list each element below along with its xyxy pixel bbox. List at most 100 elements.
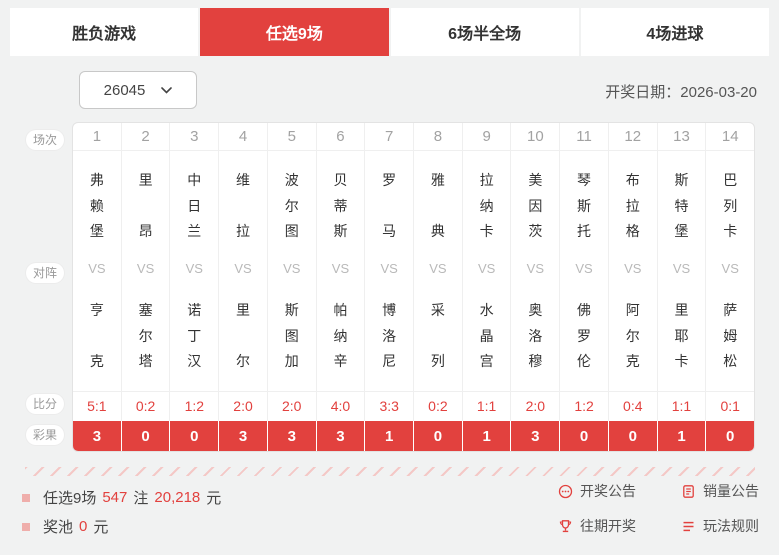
team-name-char: 赖 <box>89 197 104 214</box>
team-name-char: 加 <box>284 353 299 369</box>
team-name-char: 斯 <box>577 197 592 214</box>
vs-label: VS <box>429 261 447 276</box>
team-name-char: 卡 <box>723 223 738 239</box>
jackpot-label: 奖池 <box>43 519 74 536</box>
chevron-down-icon <box>161 86 173 94</box>
home-team-name: 斯特堡 <box>658 173 706 239</box>
period-value: 26045 <box>103 81 146 99</box>
team-name-char: 典 <box>430 223 445 239</box>
team-name-char: 列 <box>723 197 738 214</box>
team-name-char: 里 <box>138 172 153 188</box>
link-past-draws[interactable]: 往期开奖 <box>558 516 681 536</box>
link-label: 玩法规则 <box>703 518 759 534</box>
matchup-cell: 布拉格 VS 阿尔克 <box>607 151 657 391</box>
matchup-cell: 雅典 VS 采列 <box>413 151 462 391</box>
matchup-cell: 罗马 VS 博洛尼 <box>364 151 413 391</box>
link-label: 往期开奖 <box>580 518 636 534</box>
team-name-char: 列 <box>430 353 445 369</box>
team-name-char: 洛 <box>382 327 397 344</box>
team-name-char: 巴 <box>723 172 738 188</box>
away-team-name: 采列 <box>414 303 462 369</box>
link-sales-announcement[interactable]: 销量公告 <box>681 481 759 501</box>
team-name-char: 帕 <box>333 302 348 318</box>
team-name-char: 拉 <box>625 197 640 214</box>
away-team-name: 水晶宫 <box>463 303 511 369</box>
team-name-char: 姆 <box>723 327 738 344</box>
link-game-rules[interactable]: 玩法规则 <box>681 516 759 536</box>
matchup-cell: 弗赖堡 VS 亨克 <box>73 151 121 391</box>
home-team-name: 罗马 <box>365 173 413 239</box>
team-name-char: 宫 <box>479 353 494 369</box>
tab-6-half-full[interactable]: 6场半全场 <box>390 8 579 56</box>
away-team-name: 诺丁汉 <box>170 303 218 369</box>
match-score: 1:2 <box>169 391 219 421</box>
team-name-char: 日 <box>187 197 202 214</box>
bullet-square <box>22 493 30 502</box>
team-name-char: 耶 <box>674 327 689 344</box>
row-label-score: 比分 <box>26 394 64 414</box>
link-draw-announcement[interactable]: 开奖公告 <box>558 481 681 501</box>
team-name-char: 佛 <box>577 302 592 318</box>
vs-label: VS <box>136 261 155 276</box>
vs-label: VS <box>234 261 252 276</box>
tab-4-goals[interactable]: 4场进球 <box>580 8 769 56</box>
team-name-char: 克 <box>89 353 104 369</box>
results-table: 1 2 3 4 5 6 7 8 9 10 11 12 13 14 弗赖堡 VS 亨克里昂 VS 塞尔塔中日兰 VS 诺… <box>72 122 755 452</box>
tab-any-9-matches[interactable]: 任选9场 <box>200 8 389 56</box>
team-name-char: 诺 <box>187 302 202 318</box>
match-number: 8 <box>413 123 462 151</box>
team-name-char: 纳 <box>479 197 494 214</box>
home-team-name: 拉纳卡 <box>463 173 511 239</box>
match-score: 2:0 <box>266 391 316 421</box>
match-score: 4:0 <box>315 391 365 421</box>
away-team-name: 佛罗伦 <box>560 303 608 369</box>
summary-amount-value: 20,218 <box>154 489 201 506</box>
team-name-char: 斯 <box>674 172 689 188</box>
match-score: 1:1 <box>461 391 511 421</box>
match-result: 0 <box>169 421 219 451</box>
team-name-char: 罗 <box>382 172 397 188</box>
team-name-char: 拉 <box>479 172 494 188</box>
away-team-name: 奥洛穆 <box>511 303 559 369</box>
period-select[interactable]: 26045 <box>79 71 197 109</box>
matchup-cell: 中日兰 VS 诺丁汉 <box>169 151 218 391</box>
announcement-icon <box>558 484 573 498</box>
match-result: 0 <box>559 421 608 451</box>
home-team-name: 中日兰 <box>170 173 218 239</box>
team-name-char: 尔 <box>138 327 153 344</box>
team-name-char: 雅 <box>430 172 445 188</box>
team-name-char: 因 <box>528 197 543 214</box>
match-score: 3:3 <box>364 391 414 421</box>
team-name-char: 茨 <box>528 223 543 239</box>
team-name-char: 马 <box>382 223 397 239</box>
team-name-char: 图 <box>284 327 299 344</box>
score-row: 5:1 0:2 1:2 2:0 2:0 4:0 3:3 0:2 1:1 2:0 1:2 0:4 1:1 0… <box>73 391 754 421</box>
team-name-char: 尔 <box>625 327 640 344</box>
vs-label: VS <box>185 261 203 276</box>
match-number: 10 <box>510 123 560 151</box>
match-result: 3 <box>266 421 316 451</box>
link-label: 销量公告 <box>703 483 759 499</box>
result-row: 30033310130010 <box>73 421 754 451</box>
matchup-cell: 琴斯托 VS 佛罗伦 <box>559 151 608 391</box>
summary-bets-unit: 注 <box>133 490 149 507</box>
match-result: 0 <box>413 421 462 451</box>
matchup-cell: 美因茨 VS 奥洛穆 <box>510 151 559 391</box>
matchup-cell: 巴列卡 VS 萨姆松 <box>705 151 754 391</box>
home-team-name: 弗赖堡 <box>73 173 121 239</box>
team-name-char: 维 <box>236 172 251 188</box>
team-name-char: 斯 <box>333 223 348 239</box>
match-number: 4 <box>218 123 267 151</box>
away-team-name: 萨姆松 <box>706 303 754 369</box>
home-team-name: 巴列卡 <box>706 173 754 239</box>
away-team-name: 帕纳辛 <box>317 303 365 369</box>
row-label-session: 场次 <box>26 130 64 150</box>
vs-label: VS <box>721 261 739 276</box>
rules-icon <box>683 521 694 531</box>
team-name-char: 特 <box>674 197 689 214</box>
team-name-char: 卡 <box>479 223 494 239</box>
team-name-char: 伦 <box>577 353 592 369</box>
team-name-char: 托 <box>577 223 592 239</box>
match-result: 1 <box>656 421 706 451</box>
tab-win-loss-game[interactable]: 胜负游戏 <box>10 8 199 56</box>
